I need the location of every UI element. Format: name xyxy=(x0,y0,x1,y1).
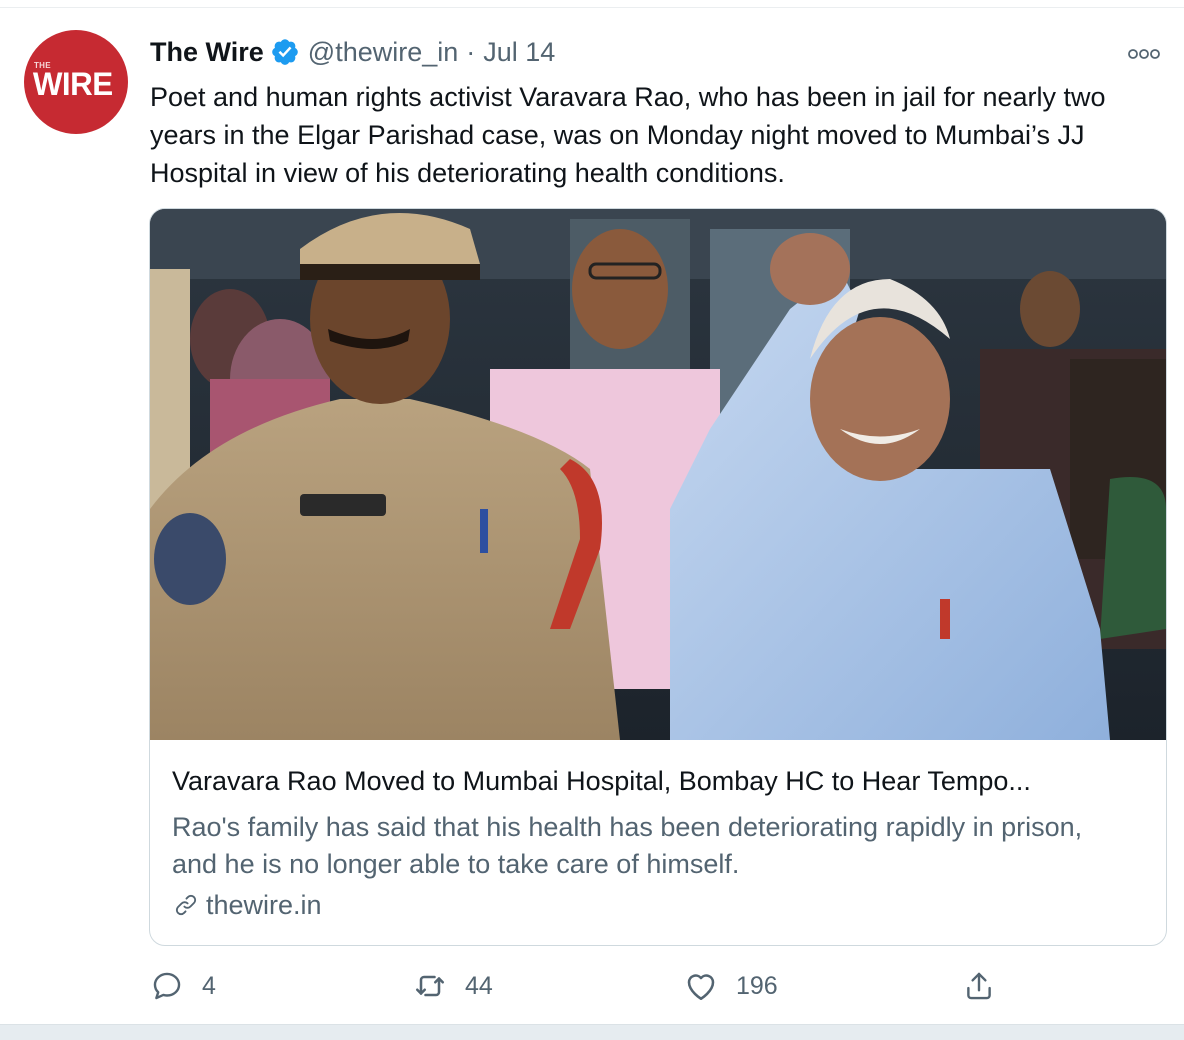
feed-bottom-divider xyxy=(0,1024,1184,1040)
like-button[interactable]: 196 xyxy=(682,964,778,1008)
link-icon xyxy=(172,891,200,919)
avatar-logo-text: WIRE xyxy=(32,66,113,102)
tweet-header: The Wire @thewire_in · Jul 14 xyxy=(150,34,555,70)
header-separator: · xyxy=(466,37,476,67)
top-divider xyxy=(0,0,1184,8)
card-description: Rao's family has said that his health ha… xyxy=(172,812,1083,879)
tweet[interactable]: THE WIRE The Wire @thewire_in · Jul 14 P… xyxy=(0,8,1184,1024)
heart-icon xyxy=(682,967,720,1005)
avatar[interactable]: THE WIRE xyxy=(24,30,128,134)
card-title[interactable]: Varavara Rao Moved to Mumbai Hospital, B… xyxy=(172,763,1152,799)
reply-count: 4 xyxy=(202,971,216,1000)
card-domain[interactable]: thewire.in xyxy=(172,887,322,923)
tweet-text: Poet and human rights activist Varavara … xyxy=(150,82,1106,188)
user-handle[interactable]: @thewire_in xyxy=(308,34,458,70)
retweet-count: 44 xyxy=(465,971,493,1000)
card-image[interactable] xyxy=(150,209,1166,740)
verified-badge-icon xyxy=(270,37,300,67)
more-options-icon[interactable] xyxy=(1124,40,1164,68)
action-bar: 4 44 196 xyxy=(148,964,1018,1008)
reply-icon xyxy=(148,967,186,1005)
reply-button[interactable]: 4 xyxy=(148,964,216,1008)
timestamp[interactable]: Jul 14 xyxy=(483,34,555,70)
retweet-icon xyxy=(411,967,449,1005)
share-button[interactable] xyxy=(960,964,998,1008)
retweet-button[interactable]: 44 xyxy=(411,964,493,1008)
card-domain-text: thewire.in xyxy=(206,889,322,920)
link-card[interactable]: Varavara Rao Moved to Mumbai Hospital, B… xyxy=(149,208,1167,946)
like-count: 196 xyxy=(736,971,778,1000)
share-icon xyxy=(960,967,998,1005)
display-name[interactable]: The Wire xyxy=(150,34,264,70)
